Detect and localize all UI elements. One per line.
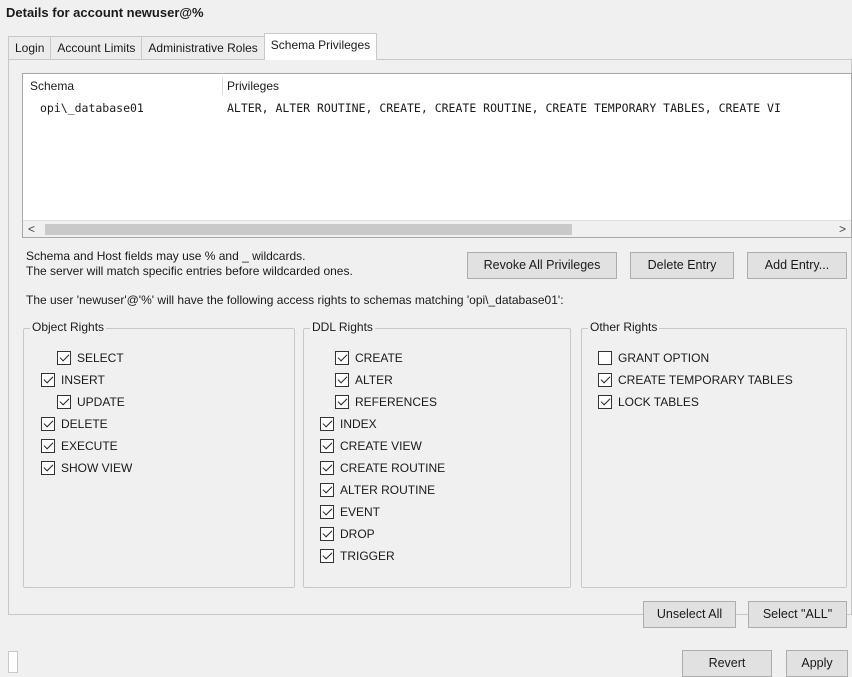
select-all-button[interactable]: Select "ALL"	[748, 601, 847, 628]
checkbox-lock-tables[interactable]: LOCK TABLES	[598, 393, 699, 411]
access-rights-description: The user 'newuser'@'%' will have the fol…	[26, 293, 564, 307]
checkbox-create-routine-label: CREATE ROUTINE	[340, 461, 446, 475]
checkbox-create[interactable]: CREATE	[335, 349, 403, 367]
checkbox-alter-label: ALTER	[355, 373, 393, 387]
checkbox-grant-option-label: GRANT OPTION	[618, 351, 710, 365]
checkbox-drop[interactable]: DROP	[320, 525, 375, 543]
checkbox-grant-option-box[interactable]	[598, 351, 612, 365]
checkbox-create-view-box[interactable]	[320, 439, 334, 453]
wildcard-hint: Schema and Host fields may use % and _ w…	[26, 249, 353, 279]
checkbox-alter[interactable]: ALTER	[335, 371, 393, 389]
window-title: Details for account newuser@%	[6, 5, 204, 20]
checkbox-alter-routine-box[interactable]	[320, 483, 334, 497]
tab-schema-privileges[interactable]: Schema Privileges	[263, 33, 378, 60]
scroll-left-icon[interactable]: <	[23, 221, 40, 238]
table-row[interactable]: opi\_database01 ALTER, ALTER ROUTINE, CR…	[23, 99, 851, 117]
revoke-all-privileges-button[interactable]: Revoke All Privileges	[467, 252, 617, 279]
checkbox-grant-option[interactable]: GRANT OPTION	[598, 349, 709, 367]
checkbox-delete[interactable]: DELETE	[41, 415, 108, 433]
checkbox-drop-box[interactable]	[320, 527, 334, 541]
unselect-all-button[interactable]: Unselect All	[643, 601, 736, 628]
table-header: Schema Privileges	[28, 77, 851, 95]
checkbox-execute[interactable]: EXECUTE	[41, 437, 118, 455]
scrollbar-thumb[interactable]	[45, 224, 572, 235]
checkbox-delete-label: DELETE	[61, 417, 108, 431]
other-rights-title: Other Rights	[588, 320, 660, 334]
column-divider[interactable]	[222, 77, 223, 95]
checkbox-create-view-label: CREATE VIEW	[340, 439, 422, 453]
checkbox-create-temporary-tables-label: CREATE TEMPORARY TABLES	[618, 373, 793, 387]
checkbox-execute-label: EXECUTE	[61, 439, 118, 453]
tab-bar: Login Account Limits Administrative Role…	[8, 33, 378, 60]
checkbox-update-box[interactable]	[57, 395, 71, 409]
revert-button[interactable]: Revert	[682, 650, 772, 677]
checkbox-create-temporary-tables[interactable]: CREATE TEMPORARY TABLES	[598, 371, 793, 389]
column-header-privileges[interactable]: Privileges	[227, 79, 279, 93]
schema-privileges-table: Schema Privileges opi\_database01 ALTER,…	[22, 73, 852, 238]
checkbox-alter-routine[interactable]: ALTER ROUTINE	[320, 481, 435, 499]
checkbox-insert-box[interactable]	[41, 373, 55, 387]
scroll-right-icon[interactable]: >	[834, 221, 851, 238]
checkbox-index-label: INDEX	[340, 417, 377, 431]
add-entry-button[interactable]: Add Entry...	[747, 252, 847, 279]
checkbox-event-box[interactable]	[320, 505, 334, 519]
checkbox-lock-tables-label: LOCK TABLES	[618, 395, 699, 409]
checkbox-event[interactable]: EVENT	[320, 503, 380, 521]
object-rights-group: Object Rights SELECT INSERT UPDATE DELET…	[23, 320, 295, 588]
tab-account-limits[interactable]: Account Limits	[50, 36, 143, 60]
wildcard-hint-line-2: The server will match specific entries b…	[26, 264, 353, 278]
checkbox-create-label: CREATE	[355, 351, 403, 365]
column-header-schema[interactable]: Schema	[30, 79, 74, 93]
tab-login[interactable]: Login	[8, 36, 52, 60]
row-privileges-cell: ALTER, ALTER ROUTINE, CREATE, CREATE ROU…	[227, 101, 781, 115]
checkbox-references-label: REFERENCES	[355, 395, 438, 409]
checkbox-execute-box[interactable]	[41, 439, 55, 453]
checkbox-lock-tables-box[interactable]	[598, 395, 612, 409]
checkbox-insert-label: INSERT	[61, 373, 105, 387]
delete-entry-button[interactable]: Delete Entry	[630, 252, 734, 279]
checkbox-trigger-label: TRIGGER	[340, 549, 395, 563]
checkbox-select[interactable]: SELECT	[57, 349, 124, 367]
checkbox-alter-routine-label: ALTER ROUTINE	[340, 483, 436, 497]
checkbox-trigger[interactable]: TRIGGER	[320, 547, 395, 565]
checkbox-select-label: SELECT	[77, 351, 124, 365]
checkbox-show-view[interactable]: SHOW VIEW	[41, 459, 132, 477]
checkbox-references[interactable]: REFERENCES	[335, 393, 437, 411]
checkbox-show-view-label: SHOW VIEW	[61, 461, 133, 475]
checkbox-references-box[interactable]	[335, 395, 349, 409]
checkbox-event-label: EVENT	[340, 505, 381, 519]
checkbox-show-view-box[interactable]	[41, 461, 55, 475]
wildcard-hint-line-1: Schema and Host fields may use % and _ w…	[26, 249, 306, 263]
checkbox-drop-label: DROP	[340, 527, 375, 541]
object-rights-title: Object Rights	[30, 320, 107, 334]
checkbox-update-label: UPDATE	[77, 395, 125, 409]
checkbox-index[interactable]: INDEX	[320, 415, 377, 433]
checkbox-create-view[interactable]: CREATE VIEW	[320, 437, 422, 455]
checkbox-create-routine[interactable]: CREATE ROUTINE	[320, 459, 445, 477]
checkbox-update[interactable]: UPDATE	[57, 393, 125, 411]
checkbox-create-box[interactable]	[335, 351, 349, 365]
checkbox-select-box[interactable]	[57, 351, 71, 365]
tab-administrative-roles[interactable]: Administrative Roles	[141, 36, 265, 60]
checkbox-insert[interactable]: INSERT	[41, 371, 105, 389]
ddl-rights-title: DDL Rights	[310, 320, 375, 334]
checkbox-trigger-box[interactable]	[320, 549, 334, 563]
apply-button[interactable]: Apply	[786, 650, 848, 677]
checkbox-create-temporary-tables-box[interactable]	[598, 373, 612, 387]
row-schema-cell: opi\_database01	[40, 101, 144, 115]
ddl-rights-group: DDL Rights CREATE ALTER REFERENCES INDEX…	[303, 320, 571, 588]
checkbox-delete-box[interactable]	[41, 417, 55, 431]
horizontal-scrollbar[interactable]: < >	[23, 220, 851, 237]
checkbox-index-box[interactable]	[320, 417, 334, 431]
other-rights-group: Other Rights GRANT OPTION CREATE TEMPORA…	[581, 320, 847, 588]
checkbox-create-routine-box[interactable]	[320, 461, 334, 475]
status-field	[8, 651, 18, 673]
checkbox-alter-box[interactable]	[335, 373, 349, 387]
